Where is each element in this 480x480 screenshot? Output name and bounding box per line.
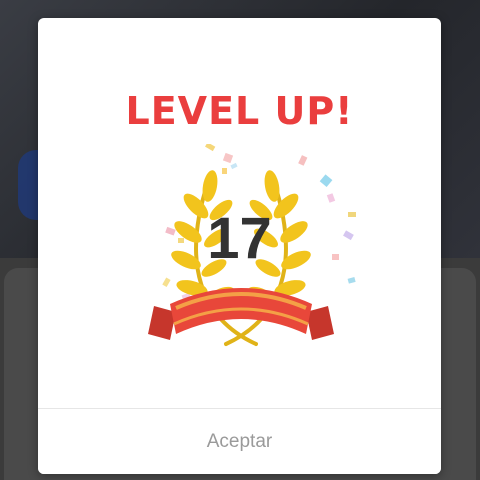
- ribbon-banner-icon: [148, 288, 334, 340]
- level-number: 17: [207, 206, 272, 271]
- level-up-dialog: LEVEL UP! 17 Aceptar: [38, 18, 441, 474]
- accept-button[interactable]: Aceptar: [38, 409, 441, 474]
- level-up-title: LEVEL UP!: [125, 89, 354, 133]
